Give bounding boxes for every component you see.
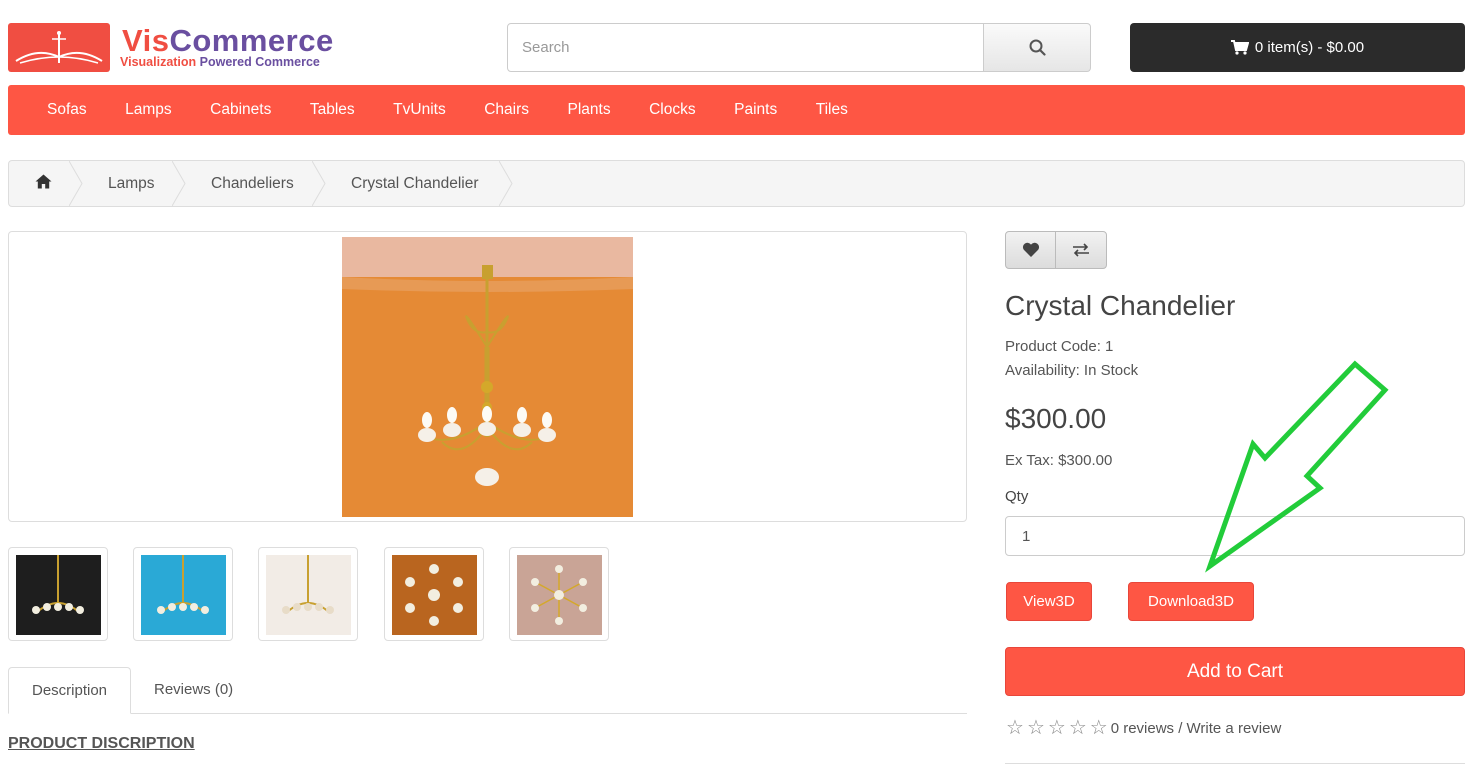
logo[interactable]: VisCommerce Visualization Powered Commer… xyxy=(8,23,348,73)
heart-icon xyxy=(1022,242,1039,257)
product-code: Product Code: 1 xyxy=(1005,338,1114,355)
cart-button[interactable]: 0 item(s) - $0.00 xyxy=(1130,23,1465,72)
nav-item-clocks[interactable]: Clocks xyxy=(649,101,696,119)
main-image-container xyxy=(8,231,967,522)
annotation-arrow-icon xyxy=(1205,360,1389,573)
product-action-group xyxy=(1005,231,1107,269)
nav-item-tables[interactable]: Tables xyxy=(310,101,355,119)
brand-tagline: Visualization Powered Commerce xyxy=(120,55,320,69)
thumbnail-image xyxy=(266,555,351,635)
logo-emblem xyxy=(8,23,110,72)
qty-label: Qty xyxy=(1005,488,1029,505)
tab-reviews[interactable]: Reviews (0) xyxy=(154,681,233,698)
star-empty-icon: ☆ xyxy=(1089,717,1108,739)
breadcrumb-item-lamps[interactable]: Lamps xyxy=(108,161,155,206)
star-empty-icon: ☆ xyxy=(1068,717,1087,739)
add-to-cart-button[interactable]: Add to Cart xyxy=(1005,647,1465,696)
nav-item-lamps[interactable]: Lamps xyxy=(125,101,172,119)
star-empty-icon: ☆ xyxy=(1047,717,1066,739)
product-availability: Availability: In Stock xyxy=(1005,362,1139,379)
rating-summary: ☆ ☆ ☆ ☆ ☆ 0 reviews / Write a review xyxy=(1006,718,1281,738)
breadcrumb-separator xyxy=(499,161,513,206)
breadcrumb: Lamps Chandeliers Crystal Chandelier xyxy=(8,160,1465,207)
search-bar xyxy=(507,23,1091,72)
product-title: Crystal Chandelier xyxy=(1005,290,1236,321)
view3d-button[interactable]: View3D xyxy=(1006,582,1092,621)
thumbnail-image xyxy=(141,555,226,635)
nav-item-paints[interactable]: Paints xyxy=(734,101,777,119)
brand-name: VisCommerce xyxy=(122,23,334,58)
tab-divider xyxy=(8,713,967,714)
shopping-cart-icon xyxy=(1230,40,1249,55)
wishlist-button[interactable] xyxy=(1006,232,1056,268)
cart-summary: 0 item(s) - $0.00 xyxy=(1254,39,1365,56)
nav-item-tvunits[interactable]: TvUnits xyxy=(393,101,446,119)
reviews-link[interactable]: 0 reviews / Write a review xyxy=(1111,720,1282,737)
exchange-icon xyxy=(1073,243,1089,257)
product-thumbnail[interactable] xyxy=(384,547,484,641)
star-empty-icon: ☆ xyxy=(1006,717,1024,739)
category-nav: Sofas Lamps Cabinets Tables TvUnits Chai… xyxy=(8,85,1465,135)
tab-description[interactable]: Description xyxy=(8,667,131,714)
divider xyxy=(1005,763,1465,764)
compare-button[interactable] xyxy=(1056,232,1106,268)
breadcrumb-separator xyxy=(172,161,186,206)
search-input[interactable] xyxy=(507,23,984,72)
breadcrumb-item-chandeliers[interactable]: Chandeliers xyxy=(211,161,294,206)
nav-item-plants[interactable]: Plants xyxy=(568,101,611,119)
breadcrumb-separator xyxy=(312,161,326,206)
ex-tax-price: Ex Tax: $300.00 xyxy=(1005,452,1113,469)
download3d-button[interactable]: Download3D xyxy=(1128,582,1254,621)
product-thumbnail[interactable] xyxy=(509,547,609,641)
search-icon xyxy=(1029,39,1046,56)
search-button[interactable] xyxy=(984,23,1091,72)
breadcrumb-item-current[interactable]: Crystal Chandelier xyxy=(351,161,479,206)
description-heading: PRODUCT DISCRIPTION xyxy=(8,735,195,752)
nav-item-sofas[interactable]: Sofas xyxy=(47,101,87,119)
thumbnail-image xyxy=(16,555,101,635)
breadcrumb-separator xyxy=(69,161,83,206)
home-icon xyxy=(35,174,52,189)
nav-item-tiles[interactable]: Tiles xyxy=(816,101,848,119)
product-price: $300.00 xyxy=(1005,403,1107,434)
product-thumbnail[interactable] xyxy=(133,547,233,641)
product-thumbnail[interactable] xyxy=(258,547,358,641)
star-empty-icon: ☆ xyxy=(1026,717,1045,739)
thumbnail-image xyxy=(517,555,602,635)
nav-item-chairs[interactable]: Chairs xyxy=(484,101,529,119)
breadcrumb-home[interactable] xyxy=(35,161,52,206)
product-thumbnail[interactable] xyxy=(8,547,108,641)
thumbnail-image xyxy=(392,555,477,635)
nav-item-cabinets[interactable]: Cabinets xyxy=(210,101,271,119)
product-main-image[interactable] xyxy=(342,237,633,517)
